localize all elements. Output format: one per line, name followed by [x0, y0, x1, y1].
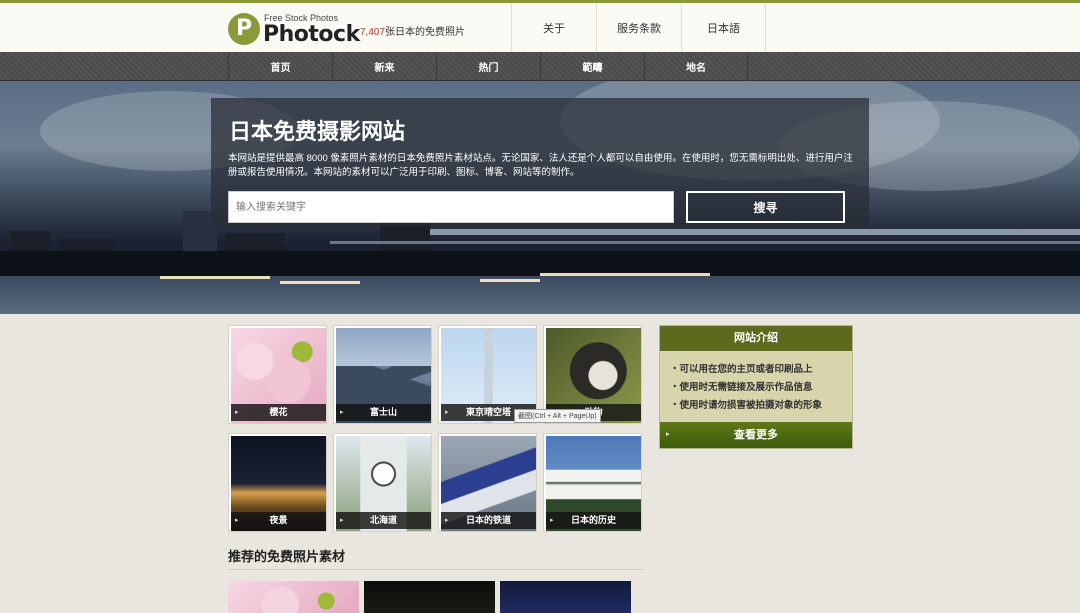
site-intro-item: 使用时无需链接及展示作品信息 [670, 379, 852, 397]
photo-count: 7,407 [360, 27, 386, 38]
category-label: 富士山 [336, 404, 431, 421]
header-nav: 关于 服务条款 日本語 [511, 3, 766, 52]
hero-boat-light [540, 273, 710, 276]
main-nav: 首页 新来 热门 範疇 地名 [0, 52, 1080, 81]
category-label: 樱花 [231, 404, 326, 421]
logo-name[interactable]: Photock [263, 22, 360, 47]
category-tile-railway[interactable]: 日本的铁道 [438, 433, 537, 532]
recommended-thumb[interactable] [364, 581, 495, 613]
site-intro-item: 使用时请勿损害被拍摄对象的形象 [670, 397, 852, 415]
category-label: 夜景 [231, 512, 326, 529]
hero-bridge [330, 241, 1080, 244]
tagline-text: 张日本的免费照片 [385, 27, 466, 38]
header-nav-terms[interactable]: 服务条款 [596, 3, 681, 52]
hero-bridge [430, 229, 1080, 235]
top-header: P Free Stock Photos Photock 7,407张日本的免费照… [0, 0, 1080, 52]
category-tile-hokkaido[interactable]: 北海道 [333, 433, 432, 532]
site-intro-box: 网站介绍 可以用在您的主页或者印刷品上 使用时无需链接及展示作品信息 使用时请勿… [659, 325, 853, 449]
main-nav-home[interactable]: 首页 [228, 52, 332, 81]
site-intro-list: 可以用在您的主页或者印刷品上 使用时无需链接及展示作品信息 使用时请勿损害被拍摄… [660, 351, 852, 415]
hero-boat-light [160, 276, 270, 279]
tagline: 7,407张日本的免费照片 [360, 23, 465, 38]
header-nav-about[interactable]: 关于 [511, 3, 596, 52]
main-nav-new[interactable]: 新来 [332, 52, 436, 81]
search-button[interactable]: 搜寻 [686, 191, 845, 223]
category-tile-night-view[interactable]: 夜景 [228, 433, 327, 532]
recommended-thumb[interactable] [500, 581, 631, 613]
category-label: 日本的铁道 [441, 512, 536, 529]
main-nav-places[interactable]: 地名 [644, 52, 748, 81]
search-input[interactable] [228, 191, 674, 223]
hero-panel: 日本免费摄影网站 本网站是提供最高 8000 像素照片素材的日本免费照片素材站点… [211, 98, 869, 226]
main-nav-category[interactable]: 範疇 [540, 52, 644, 81]
hero-water [0, 276, 1080, 314]
category-tile-history[interactable]: 日本的历史 [543, 433, 642, 532]
category-label: 日本的历史 [546, 512, 641, 529]
section-divider [228, 569, 643, 570]
category-tile-fuji[interactable]: 富士山 [333, 325, 432, 424]
hero-title: 日本免费摄影网站 [229, 120, 406, 145]
hero-banner: 日本免费摄影网站 本网站是提供最高 8000 像素照片素材的日本免费照片素材站点… [0, 81, 1080, 314]
recommended-thumb[interactable] [228, 581, 359, 613]
main-nav-popular[interactable]: 热门 [436, 52, 540, 81]
hero-boat-light [280, 281, 360, 284]
screenshot-tooltip: 截图(Ctrl + Alt + PageUp) [514, 409, 601, 423]
recommended-title: 推荐的免费照片素材 [228, 550, 346, 565]
category-tile-sakura[interactable]: 樱花 [228, 325, 327, 424]
hero-boat-light [480, 279, 540, 282]
site-intro-item: 可以用在您的主页或者印刷品上 [670, 361, 852, 379]
hero-description: 本网站是提供最高 8000 像素照片素材的日本免费照片素材站点。无论国家、法人还… [228, 153, 853, 178]
site-intro-title: 网站介绍 [660, 326, 852, 351]
view-more-button[interactable]: 查看更多 [660, 422, 852, 448]
category-label: 北海道 [336, 512, 431, 529]
header-nav-japanese[interactable]: 日本語 [681, 3, 766, 52]
logo-icon[interactable]: P [228, 13, 260, 45]
